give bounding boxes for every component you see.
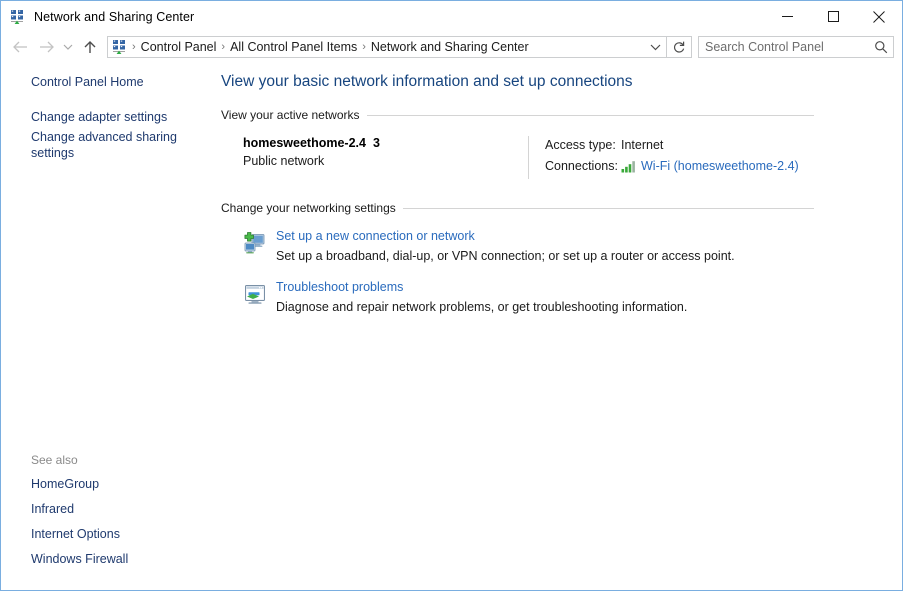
network-sharing-center-window: Network and Sharing Center [0, 0, 903, 591]
see-also-item-infrared[interactable]: Infrared [1, 501, 219, 518]
back-arrow[interactable] [7, 34, 33, 60]
breadcrumb-network-icon [112, 39, 128, 55]
sidebar-item-change-advanced-sharing-settings[interactable]: Change advanced sharing settings [1, 129, 219, 161]
setting-item-troubleshoot[interactable]: Troubleshoot problems Diagnose and repai… [221, 280, 814, 315]
access-type-value: Internet [621, 137, 663, 153]
access-type-row: Access type: Internet [545, 137, 799, 153]
network-icon [10, 9, 26, 25]
window-title: Network and Sharing Center [34, 10, 194, 24]
setup-new-connection-description: Set up a broadband, dial-up, or VPN conn… [276, 248, 814, 264]
breadcrumb: › Control Panel › All Control Panel Item… [130, 40, 644, 54]
breadcrumb-item-network-and-sharing-center[interactable]: Network and Sharing Center [368, 40, 532, 54]
see-also-item-windows-firewall[interactable]: Windows Firewall [1, 551, 219, 568]
maximize-button[interactable] [810, 1, 856, 32]
network-name-row: homesweethome-2.4 3 [243, 136, 528, 150]
active-networks-label: View your active networks [221, 108, 367, 122]
wifi-signal-icon [621, 160, 637, 173]
troubleshoot-icon [243, 280, 271, 315]
new-connection-icon [243, 229, 271, 264]
connections-row: Connections: Wi-Fi (homesweethome-2.4) [545, 158, 799, 174]
chevron-down-icon[interactable] [644, 37, 666, 57]
setting-text-troubleshoot: Troubleshoot problems Diagnose and repai… [271, 280, 814, 315]
networking-settings-label: Change your networking settings [221, 201, 403, 215]
search-input[interactable] [699, 39, 869, 55]
page-title: View your basic network information and … [221, 72, 814, 92]
title-bar: Network and Sharing Center [1, 1, 902, 32]
up-arrow[interactable] [77, 34, 103, 60]
see-also-item-homegroup[interactable]: HomeGroup [1, 476, 219, 493]
network-details-divider [528, 136, 529, 179]
troubleshoot-problems-link[interactable]: Troubleshoot problems [276, 280, 814, 294]
setting-item-new-connection[interactable]: Set up a new connection or network Set u… [221, 229, 814, 264]
address-bar-controls [644, 37, 691, 57]
see-also-title: See also [1, 453, 221, 467]
networking-settings-section-header: Change your networking settings [221, 201, 814, 215]
breadcrumb-item-all-control-panel-items[interactable]: All Control Panel Items [227, 40, 360, 54]
network-details: Access type: Internet Connections: [545, 136, 799, 179]
active-network-entry: homesweethome-2.4 3 Public network Access… [221, 136, 814, 179]
sidebar: Control Panel Home Change adapter settin… [1, 62, 221, 590]
recent-locations-chevron-icon[interactable] [59, 34, 77, 60]
setup-new-connection-link[interactable]: Set up a new connection or network [276, 229, 814, 243]
breadcrumb-separator-0: › [130, 42, 138, 53]
forward-arrow[interactable] [33, 34, 59, 60]
sidebar-item-change-adapter-settings[interactable]: Change adapter settings [1, 109, 219, 126]
breadcrumb-separator-2: › [360, 42, 368, 53]
sidebar-item-control-panel-home[interactable]: Control Panel Home [1, 74, 219, 91]
minimize-button[interactable] [764, 1, 810, 32]
refresh-icon[interactable] [667, 37, 691, 57]
see-also-section: See also HomeGroup Infrared Internet Opt… [1, 453, 221, 576]
see-also-item-internet-options[interactable]: Internet Options [1, 526, 219, 543]
connection-link[interactable]: Wi-Fi (homesweethome-2.4) [641, 158, 799, 174]
setting-text-new-connection: Set up a new connection or network Set u… [271, 229, 814, 264]
main-content: View your basic network information and … [221, 62, 902, 590]
search-box[interactable] [698, 36, 894, 58]
section-rule [403, 208, 814, 209]
body-area: Control Panel Home Change adapter settin… [1, 62, 902, 590]
network-type: Public network [243, 154, 528, 168]
breadcrumb-separator-1: › [219, 42, 227, 53]
network-name[interactable]: homesweethome-2.4 [243, 136, 366, 150]
address-bar[interactable]: › Control Panel › All Control Panel Item… [107, 36, 692, 58]
active-networks-section-header: View your active networks [221, 108, 814, 122]
network-identity: homesweethome-2.4 3 Public network [243, 136, 528, 179]
breadcrumb-item-control-panel[interactable]: Control Panel [138, 40, 220, 54]
access-type-label: Access type: [545, 137, 621, 153]
troubleshoot-problems-description: Diagnose and repair network problems, or… [276, 299, 814, 315]
navigation-bar: › Control Panel › All Control Panel Item… [1, 32, 902, 62]
window-controls [764, 1, 902, 32]
network-count: 3 [373, 136, 380, 150]
close-button[interactable] [856, 1, 902, 32]
section-rule [367, 115, 814, 116]
connections-label: Connections: [545, 158, 621, 174]
search-icon[interactable] [869, 37, 893, 57]
